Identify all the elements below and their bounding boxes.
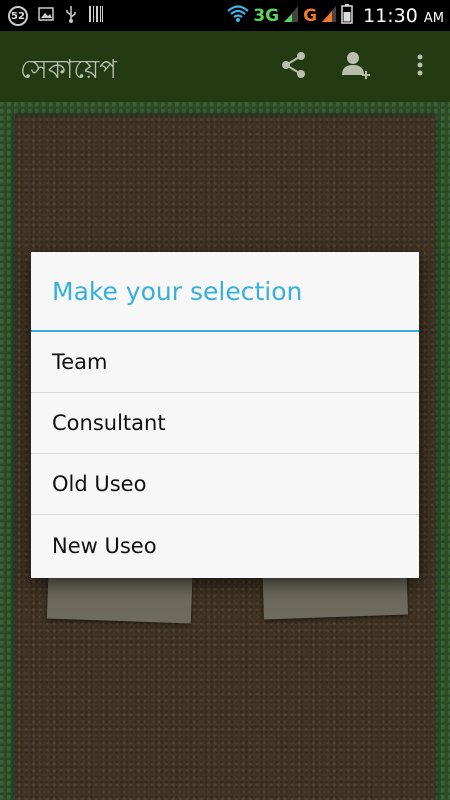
dialog-title: Make your selection bbox=[31, 252, 419, 332]
overflow-menu-button[interactable] bbox=[402, 49, 438, 85]
share-icon bbox=[280, 51, 308, 83]
battery-icon bbox=[341, 4, 353, 28]
app-title: সেকায়েপ bbox=[20, 55, 117, 85]
option-new-useo[interactable]: New Useo bbox=[31, 515, 419, 576]
selection-dialog: Make your selection Team Consultant Old … bbox=[31, 252, 419, 578]
option-old-useo[interactable]: Old Useo bbox=[31, 454, 419, 515]
option-consultant[interactable]: Consultant bbox=[31, 393, 419, 454]
usb-icon bbox=[64, 5, 78, 28]
signal-strength-icon bbox=[283, 5, 299, 27]
signal-strength-icon-2 bbox=[321, 5, 337, 27]
share-button[interactable] bbox=[276, 49, 312, 85]
add-person-icon bbox=[340, 49, 372, 85]
network-3g-label: 3G bbox=[253, 6, 280, 26]
clock: 11:30 AM bbox=[363, 5, 444, 27]
add-person-button[interactable] bbox=[338, 49, 374, 85]
network-g-label: G bbox=[303, 6, 318, 26]
wifi-icon bbox=[227, 5, 250, 27]
overflow-menu-icon bbox=[416, 53, 424, 81]
clock-ampm: AM bbox=[423, 11, 444, 26]
status-bar: 52 3G G 11:30 AM bbox=[0, 0, 450, 31]
image-icon bbox=[38, 6, 54, 27]
app-bar: সেকায়েপ bbox=[0, 31, 450, 102]
clock-time: 11:30 bbox=[363, 5, 418, 27]
notification-count-badge: 52 bbox=[8, 6, 28, 26]
option-team[interactable]: Team bbox=[31, 332, 419, 393]
barcode-icon bbox=[88, 5, 104, 28]
